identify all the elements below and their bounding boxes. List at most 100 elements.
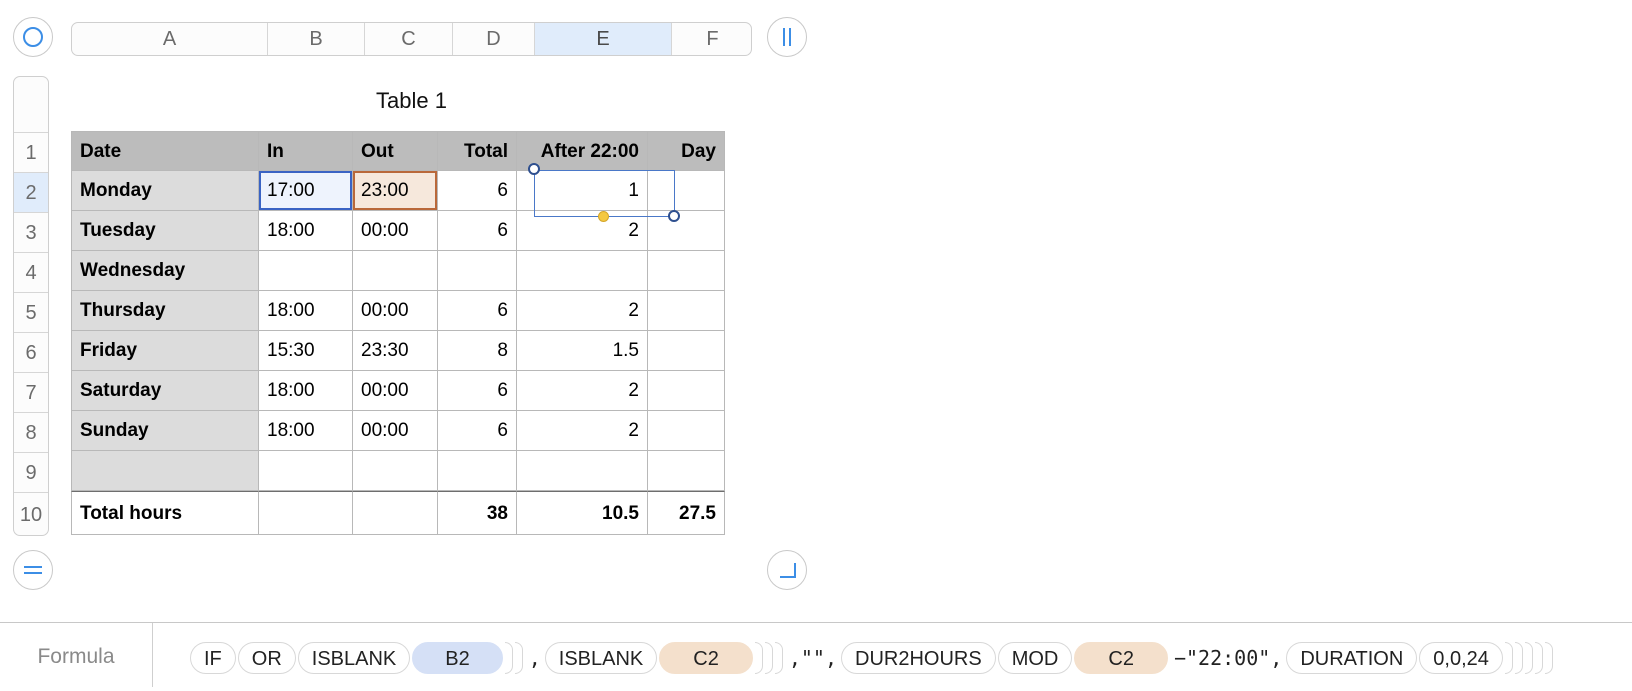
paren-close [1524, 642, 1533, 674]
table-cell[interactable]: 00:00 [353, 411, 438, 451]
table-cell[interactable] [353, 451, 438, 491]
table-cell[interactable]: 2 [517, 371, 648, 411]
row-header-9[interactable]: 9 [14, 452, 48, 492]
table-cell[interactable]: 6 [438, 171, 517, 211]
header-cell-c[interactable]: Out [353, 131, 438, 171]
table-cell[interactable]: 18:00 [259, 211, 353, 251]
table-cell[interactable]: 1 [517, 171, 648, 211]
footer-cell-b[interactable] [259, 491, 353, 535]
table-cell[interactable]: 6 [438, 291, 517, 331]
row-label-cell[interactable]: Friday [71, 331, 259, 371]
row-header-7[interactable]: 7 [14, 372, 48, 412]
table-title[interactable]: Table 1 [71, 88, 752, 114]
table-cell[interactable] [648, 331, 725, 371]
fn-duration-token[interactable]: DURATION [1286, 642, 1418, 674]
autofill-handle[interactable] [598, 211, 609, 222]
selection-handle-bottom-right[interactable] [668, 210, 680, 222]
header-cell-b[interactable]: In [259, 131, 353, 171]
table-cell[interactable] [438, 251, 517, 291]
table-cell[interactable]: 1.5 [517, 331, 648, 371]
fn-isblank-token[interactable]: ISBLANK [297, 642, 411, 674]
fn-or-token[interactable]: OR [237, 642, 296, 674]
table-cell[interactable] [648, 251, 725, 291]
row-label-cell[interactable]: Tuesday [71, 211, 259, 251]
column-header-e[interactable]: E [535, 23, 672, 55]
table-cell[interactable] [648, 291, 725, 331]
table-cell[interactable]: 8 [438, 331, 517, 371]
footer-cell-e[interactable]: 10.5 [517, 491, 648, 535]
row-label-cell[interactable]: Saturday [71, 371, 259, 411]
row-header-2[interactable]: 2 [14, 172, 48, 212]
row-header-3[interactable]: 3 [14, 212, 48, 252]
table-cell[interactable] [353, 251, 438, 291]
table-grid: Date In Out Total After 22:00 Day Monday 17:00 2… [71, 131, 752, 535]
duration-args-token[interactable]: 0,0,24 [1419, 642, 1503, 674]
table-cell[interactable]: 6 [438, 411, 517, 451]
ref-c2-token[interactable]: C2 [1074, 642, 1168, 674]
column-header-a[interactable]: A [72, 23, 268, 55]
table-cell[interactable]: 18:00 [259, 291, 353, 331]
add-row-button[interactable] [13, 550, 53, 590]
row-label-cell[interactable]: Sunday [71, 411, 259, 451]
ref-c2-token[interactable]: C2 [659, 642, 753, 674]
fn-mod-token[interactable]: MOD [997, 642, 1073, 674]
table-cell[interactable]: 6 [438, 211, 517, 251]
row-label-cell[interactable]: Thursday [71, 291, 259, 331]
paren-close [504, 642, 513, 674]
fn-isblank-token[interactable]: ISBLANK [544, 642, 658, 674]
table-cell[interactable]: 00:00 [353, 291, 438, 331]
table-cell[interactable]: 18:00 [259, 371, 353, 411]
row-header-5[interactable]: 5 [14, 292, 48, 332]
add-column-button[interactable] [767, 17, 807, 57]
header-cell-f[interactable]: Day [648, 131, 725, 171]
table-cell[interactable]: 17:00 [259, 171, 353, 211]
table-cell[interactable]: 2 [517, 211, 648, 251]
fn-dur2hours-token[interactable]: DUR2HOURS [841, 642, 996, 674]
ref-b2-token[interactable]: B2 [412, 642, 503, 674]
table-cell[interactable] [517, 451, 648, 491]
table-cell[interactable] [259, 451, 353, 491]
table-select-button[interactable] [13, 17, 53, 57]
footer-cell-c[interactable] [353, 491, 438, 535]
column-header-d[interactable]: D [453, 23, 535, 55]
table-cell[interactable]: 00:00 [353, 371, 438, 411]
formula-editor[interactable]: IF OR ISBLANK B2 , ISBLANK C2 ,"", DUR2H… [190, 641, 1555, 675]
footer-cell-d[interactable]: 38 [438, 491, 517, 535]
table-cell[interactable]: 18:00 [259, 411, 353, 451]
table-cell[interactable] [648, 211, 725, 251]
header-cell-d[interactable]: Total [438, 131, 517, 171]
table-cell[interactable] [259, 251, 353, 291]
table-cell[interactable]: 23:00 [353, 171, 438, 211]
row-header-8[interactable]: 8 [14, 412, 48, 452]
table-cell[interactable]: 2 [517, 291, 648, 331]
table-cell[interactable] [517, 251, 648, 291]
table-cell[interactable]: 23:30 [353, 331, 438, 371]
row-label-cell[interactable] [71, 451, 259, 491]
paren-close [764, 642, 773, 674]
footer-cell-f[interactable]: 27.5 [648, 491, 725, 535]
column-header-c[interactable]: C [365, 23, 453, 55]
table-cell[interactable] [648, 411, 725, 451]
row-header-4[interactable]: 4 [14, 252, 48, 292]
table-cell[interactable] [648, 371, 725, 411]
table-cell[interactable] [648, 171, 725, 211]
row-header-6[interactable]: 6 [14, 332, 48, 372]
row-header-1[interactable]: 1 [14, 132, 48, 172]
table-cell[interactable]: 15:30 [259, 331, 353, 371]
selection-handle-top-left[interactable] [528, 163, 540, 175]
table-cell[interactable]: 6 [438, 371, 517, 411]
table-cell[interactable]: 2 [517, 411, 648, 451]
row-label-cell[interactable]: Wednesday [71, 251, 259, 291]
header-cell-a[interactable]: Date [71, 131, 259, 171]
row-header-10[interactable]: 10 [14, 492, 48, 535]
resize-table-button[interactable] [767, 550, 807, 590]
row-header-bar: 1 2 3 4 5 6 7 8 9 10 [13, 76, 49, 536]
fn-if-token[interactable]: IF [190, 642, 236, 674]
column-header-f[interactable]: F [672, 23, 751, 55]
table-cell[interactable]: 00:00 [353, 211, 438, 251]
footer-cell-a[interactable]: Total hours [71, 491, 259, 535]
column-header-b[interactable]: B [268, 23, 365, 55]
row-label-cell[interactable]: Monday [71, 171, 259, 211]
table-cell[interactable] [648, 451, 725, 491]
table-cell[interactable] [438, 451, 517, 491]
